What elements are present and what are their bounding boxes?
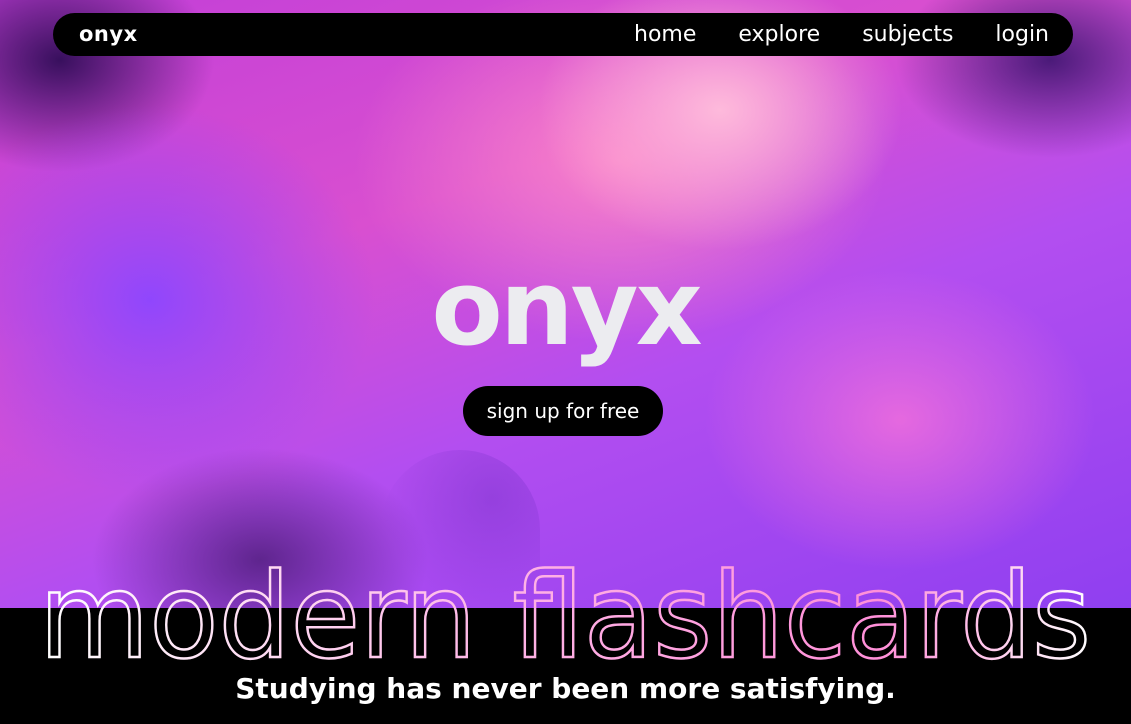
nav-links: home explore subjects login (634, 13, 1049, 56)
outline-headline-text: modern flashcards (39, 547, 1091, 675)
nav-link-explore[interactable]: explore (738, 22, 820, 47)
nav-logo[interactable]: onyx (79, 13, 138, 56)
nav-link-login[interactable]: login (995, 22, 1049, 47)
outline-headline: modern flashcards (38, 546, 1093, 675)
signup-button[interactable]: sign up for free (463, 386, 663, 436)
landing-page: onyx home explore subjects login onyx si… (0, 0, 1131, 724)
hero-title: onyx (431, 247, 702, 369)
nav-link-home[interactable]: home (634, 22, 696, 47)
nav-link-subjects[interactable]: subjects (862, 22, 953, 47)
navbar: onyx home explore subjects login (53, 13, 1073, 56)
tagline: Studying has never been more satisfying. (235, 672, 896, 705)
